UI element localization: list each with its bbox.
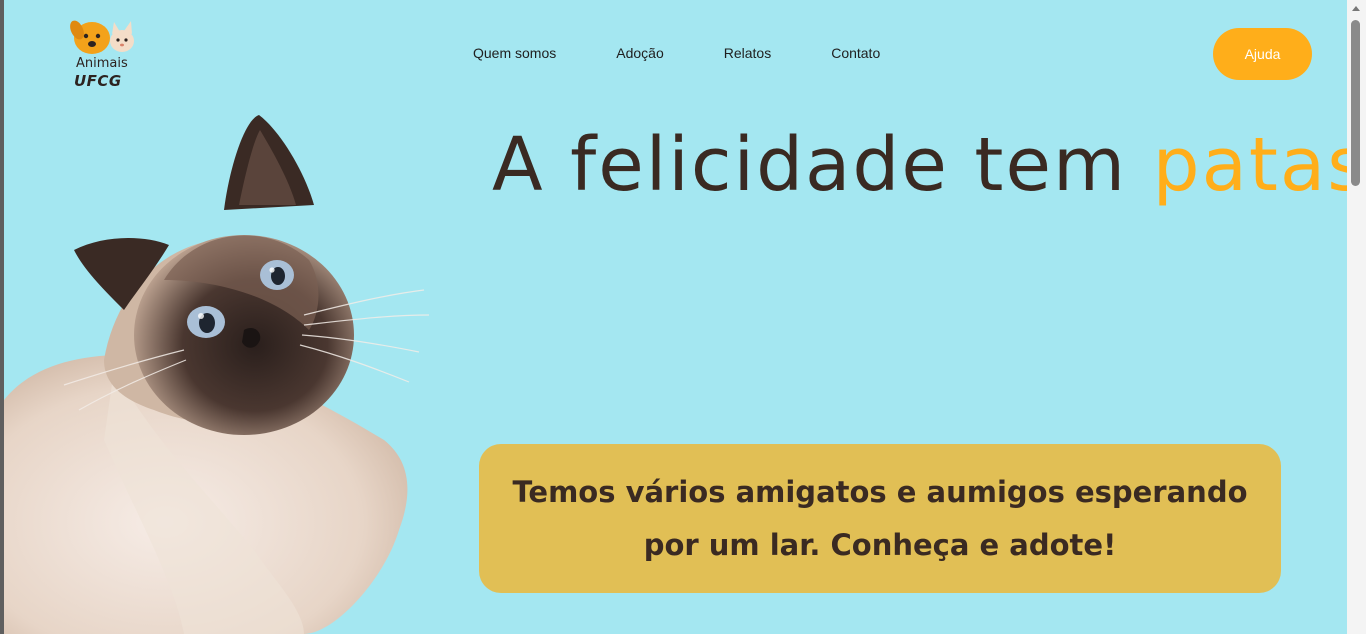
adoption-message-text: Temos vários amigatos e aumigos esperand… [512,474,1248,562]
scrollbar-thumb[interactable] [1351,20,1360,186]
nav-link-adocao[interactable]: Adoção [616,45,663,65]
main-nav: Quem somos Adoção Relatos Contato [473,45,940,65]
scroll-up-arrow-icon[interactable] [1352,6,1360,11]
adoption-message-box: Temos vários amigatos e aumigos esperand… [479,444,1281,593]
nav-link-relatos[interactable]: Relatos [724,45,771,65]
hero-title-accent: patas! [1152,122,1347,208]
logo-text-ufcg: UFCG [74,72,122,90]
hero-title: A felicidade tem patas! [492,122,1347,208]
logo-text-animais: Animais [76,56,128,71]
nav-link-quem-somos[interactable]: Quem somos [473,45,556,65]
help-button[interactable]: Ajuda [1213,28,1312,80]
hero-title-main: A felicidade tem [492,122,1153,208]
page-viewport: Animais UFCG Quem somos Adoção Relatos C… [4,0,1347,634]
site-logo[interactable]: Animais UFCG [52,10,158,96]
nav-link-contato[interactable]: Contato [831,45,880,65]
siamese-cat-photo [4,115,430,634]
vertical-scrollbar[interactable] [1347,0,1366,634]
